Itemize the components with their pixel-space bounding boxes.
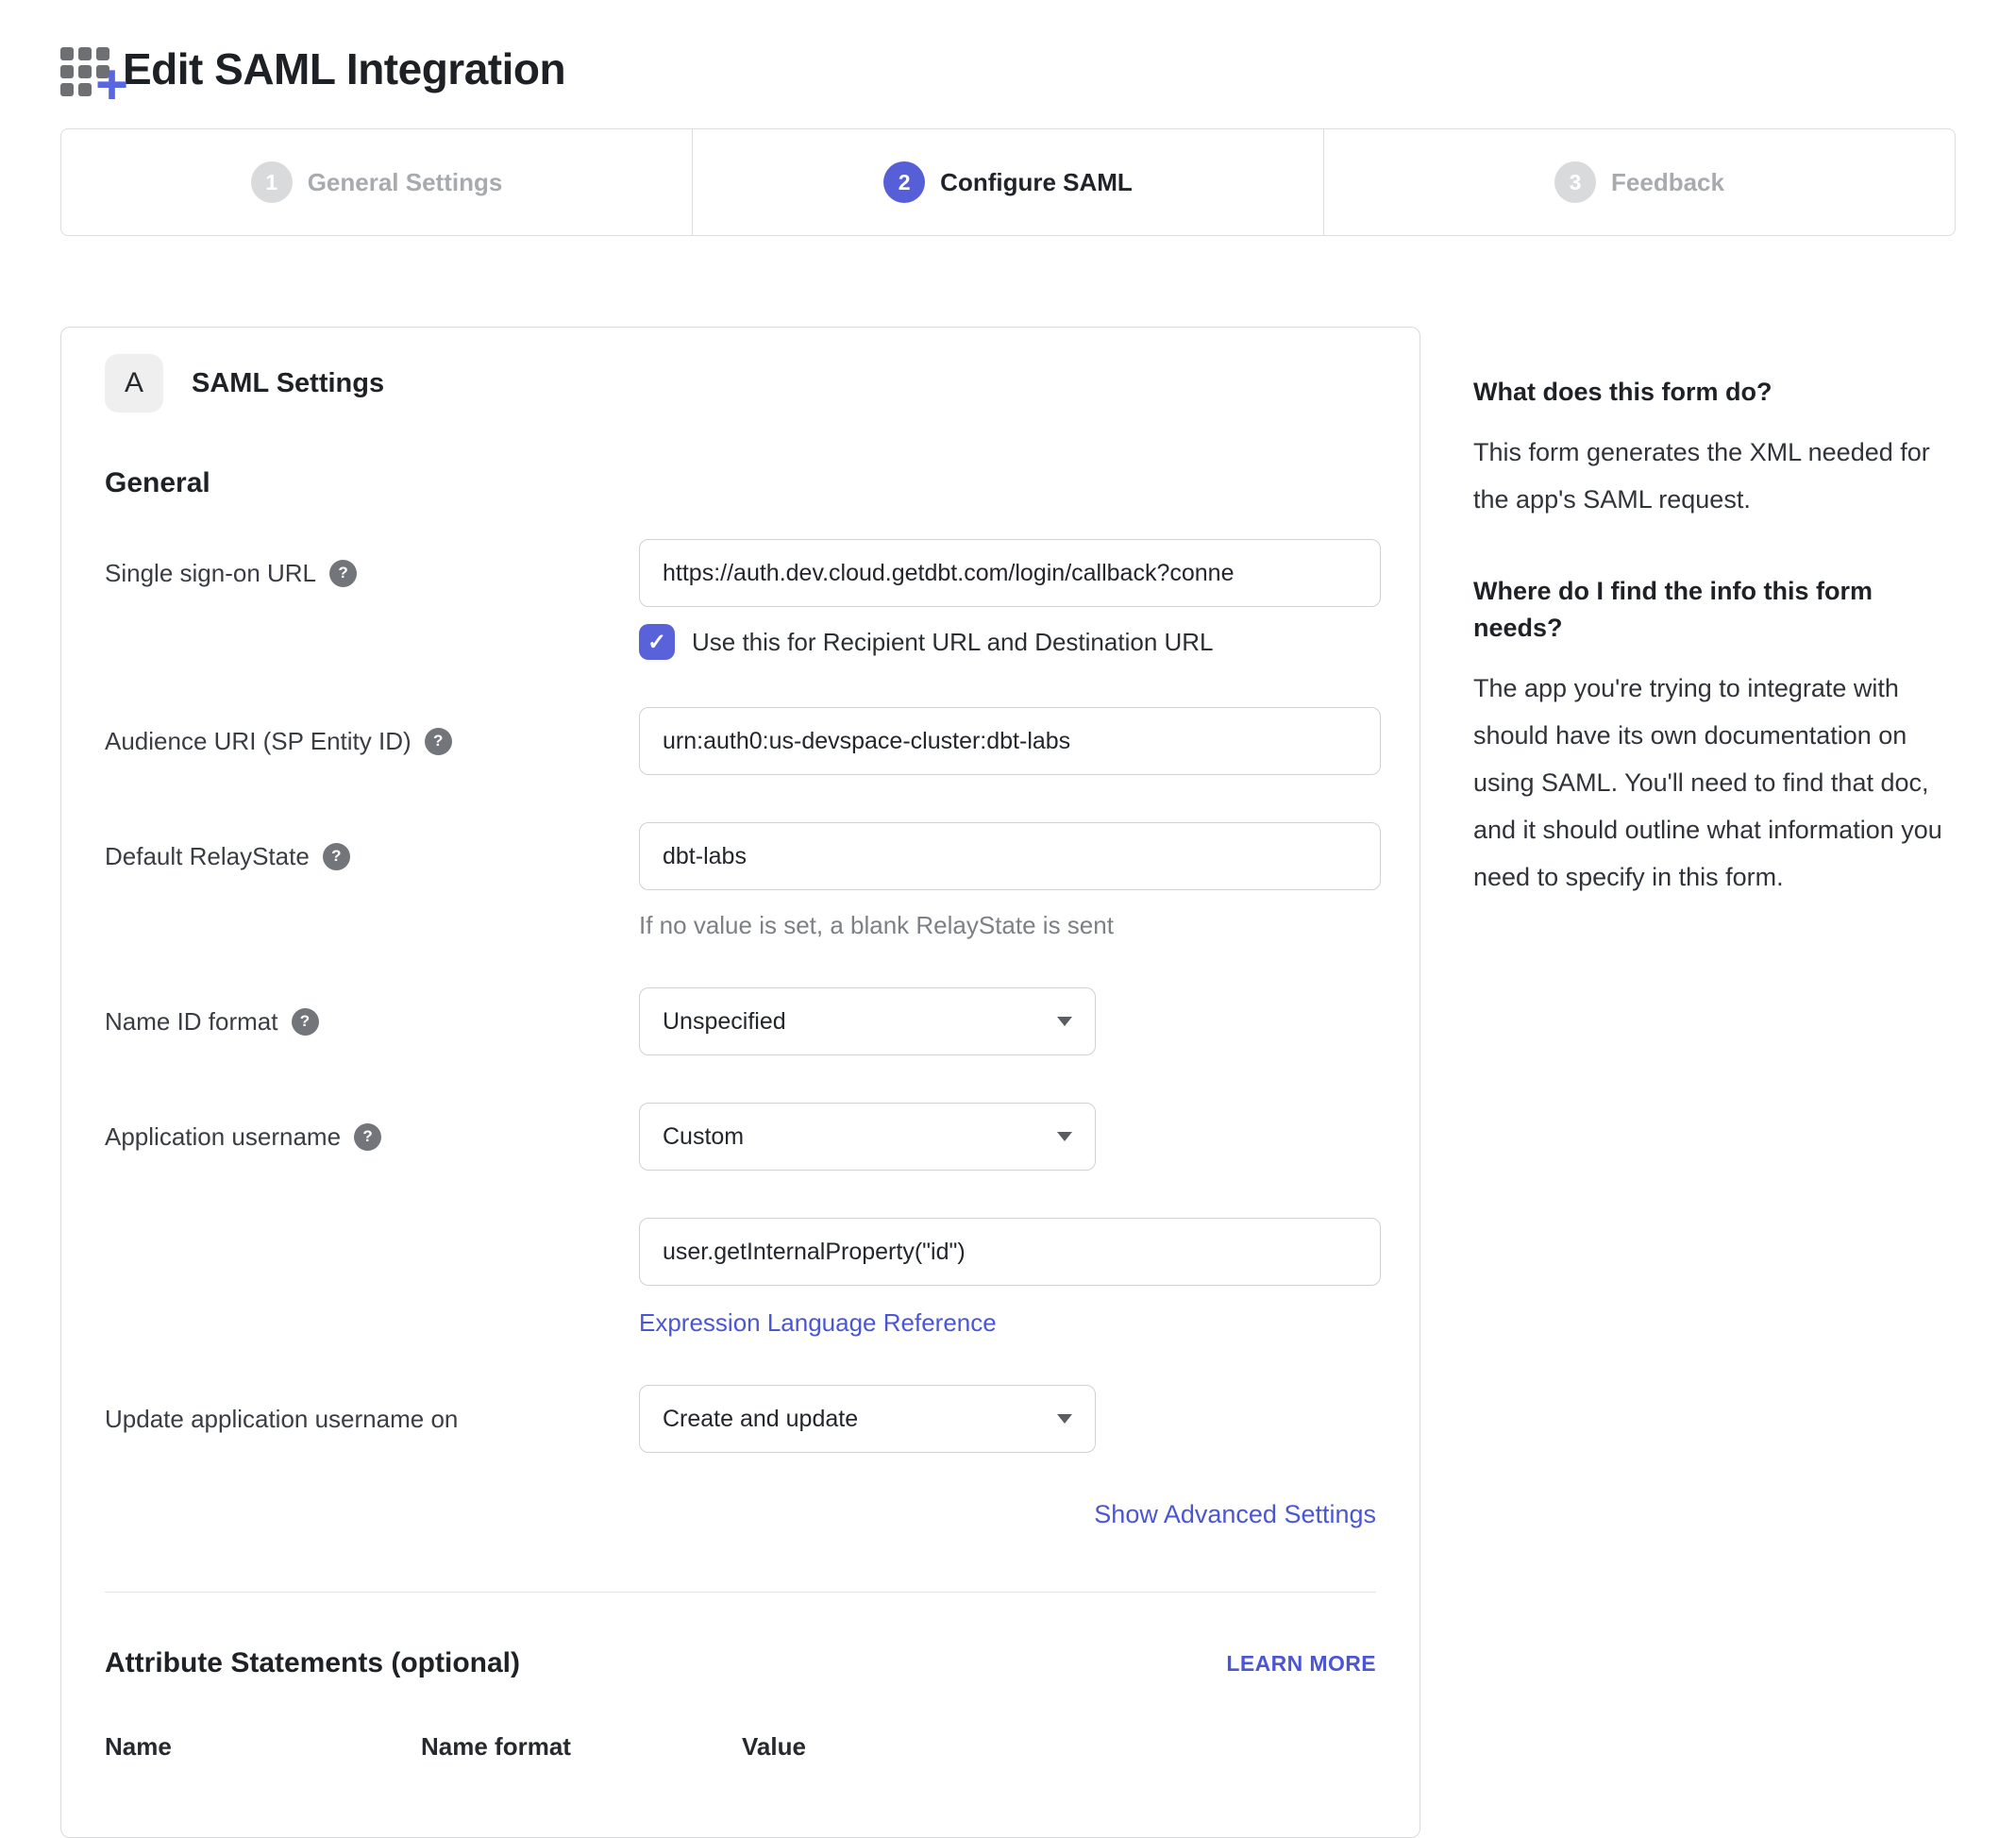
attribute-statements-columns: Name Name format Value: [105, 1732, 1376, 1762]
sidebar-heading-where: Where do I find the info this form needs…: [1473, 573, 1956, 647]
grid-cell: [60, 65, 74, 78]
name-id-format-controls: Unspecified: [639, 987, 1376, 1055]
application-username-label-group: Application username: [105, 1103, 639, 1171]
help-icon[interactable]: [329, 560, 357, 587]
audience-uri-label: Audience URI (SP Entity ID): [105, 727, 412, 756]
step-number-badge: 1: [251, 161, 293, 203]
saml-form: Single sign-on URL Use this for Recipien…: [105, 539, 1376, 1762]
grid-cell: [60, 47, 74, 60]
update-username-label-group: Update application username on: [105, 1385, 639, 1453]
step-general-settings[interactable]: 1 General Settings: [61, 129, 692, 235]
relay-state-controls: If no value is set, a blank RelayState i…: [639, 822, 1376, 940]
application-username-controls: Custom: [639, 1103, 1376, 1171]
attribute-statements-title: Attribute Statements (optional): [105, 1647, 520, 1679]
check-icon[interactable]: [639, 624, 675, 660]
application-username-label: Application username: [105, 1122, 341, 1152]
caret-down-icon: [1057, 1414, 1072, 1424]
panel-header: A SAML Settings: [105, 354, 1376, 413]
column-header-name: Name: [105, 1732, 421, 1762]
update-username-label: Update application username on: [105, 1405, 458, 1434]
page-header: Edit SAML Integration: [60, 40, 1956, 98]
advanced-settings-row: Show Advanced Settings: [105, 1500, 1376, 1529]
audience-uri-controls: [639, 707, 1376, 775]
step-label: General Settings: [308, 168, 503, 197]
relay-state-row: Default RelayState If no value is set, a…: [105, 822, 1376, 940]
name-id-format-value: Unspecified: [663, 1008, 786, 1036]
recipient-url-checkbox-label: Use this for Recipient URL and Destinati…: [692, 628, 1214, 657]
sso-url-controls: Use this for Recipient URL and Destinati…: [639, 539, 1376, 660]
name-id-format-select[interactable]: Unspecified: [639, 987, 1096, 1055]
panel-title: SAML Settings: [192, 368, 384, 399]
plus-icon: [95, 57, 128, 113]
expression-language-reference-link[interactable]: Expression Language Reference: [639, 1308, 997, 1338]
grid-cell: [78, 83, 92, 96]
grid-cell: [60, 83, 74, 96]
help-icon[interactable]: [354, 1123, 381, 1151]
help-icon[interactable]: [292, 1008, 319, 1036]
grid-cell: [78, 47, 92, 60]
general-section-title: General: [105, 467, 1376, 499]
update-username-select[interactable]: Create and update: [639, 1385, 1096, 1453]
update-username-controls: Create and update: [639, 1385, 1376, 1453]
learn-more-link[interactable]: LEARN MORE: [1226, 1651, 1376, 1677]
sso-url-input[interactable]: [639, 539, 1381, 607]
name-id-format-label-group: Name ID format: [105, 987, 639, 1055]
help-sidebar: What does this form do? This form genera…: [1473, 327, 1956, 902]
step-wizard: 1 General Settings 2 Configure SAML 3 Fe…: [60, 128, 1956, 236]
update-username-row: Update application username on Create an…: [105, 1385, 1376, 1453]
sso-url-label-group: Single sign-on URL: [105, 539, 639, 607]
show-advanced-settings-link[interactable]: Show Advanced Settings: [1094, 1500, 1376, 1528]
attribute-statements-header: Attribute Statements (optional) LEARN MO…: [105, 1647, 1376, 1679]
custom-expression-controls: Expression Language Reference: [639, 1218, 1376, 1338]
custom-expression-row: Expression Language Reference: [105, 1218, 1376, 1338]
section-a-badge: A: [105, 354, 163, 413]
name-id-format-row: Name ID format Unspecified: [105, 987, 1376, 1055]
name-id-format-label: Name ID format: [105, 1007, 278, 1037]
update-username-value: Create and update: [663, 1406, 858, 1433]
sidebar-body-what: This form generates the XML needed for t…: [1473, 430, 1956, 524]
custom-expression-input[interactable]: [639, 1218, 1381, 1286]
step-label: Feedback: [1611, 168, 1724, 197]
saml-settings-panel: A SAML Settings General Single sign-on U…: [60, 327, 1420, 1838]
application-username-select[interactable]: Custom: [639, 1103, 1096, 1171]
sidebar-body-where: The app you're trying to integrate with …: [1473, 666, 1956, 902]
step-number-badge: 3: [1554, 161, 1596, 203]
content: A SAML Settings General Single sign-on U…: [60, 327, 1956, 1838]
page: Edit SAML Integration 1 General Settings…: [0, 0, 2016, 1838]
sso-url-label: Single sign-on URL: [105, 559, 316, 588]
step-feedback[interactable]: 3 Feedback: [1323, 129, 1955, 235]
application-username-row: Application username Custom: [105, 1103, 1376, 1171]
help-icon[interactable]: [425, 728, 452, 755]
grid-plus-icon: [60, 40, 115, 98]
relay-state-helper-text: If no value is set, a blank RelayState i…: [639, 911, 1376, 940]
audience-uri-label-group: Audience URI (SP Entity ID): [105, 707, 639, 775]
caret-down-icon: [1057, 1132, 1072, 1141]
section-divider: [105, 1592, 1376, 1593]
step-configure-saml[interactable]: 2 Configure SAML: [692, 129, 1323, 235]
column-header-value: Value: [742, 1732, 1376, 1762]
column-header-name-format: Name format: [421, 1732, 742, 1762]
application-username-value: Custom: [663, 1123, 744, 1151]
audience-uri-input[interactable]: [639, 707, 1381, 775]
custom-expression-spacer: [105, 1218, 639, 1286]
relay-state-input[interactable]: [639, 822, 1381, 890]
caret-down-icon: [1057, 1017, 1072, 1026]
audience-uri-row: Audience URI (SP Entity ID): [105, 707, 1376, 775]
recipient-url-checkbox-row: Use this for Recipient URL and Destinati…: [639, 624, 1376, 660]
step-label: Configure SAML: [940, 168, 1133, 197]
step-number-badge: 2: [883, 161, 925, 203]
help-icon[interactable]: [323, 843, 350, 870]
page-title: Edit SAML Integration: [123, 43, 565, 94]
grid-cell: [78, 65, 92, 78]
relay-state-label: Default RelayState: [105, 842, 310, 871]
sidebar-heading-what: What does this form do?: [1473, 374, 1956, 411]
relay-state-label-group: Default RelayState: [105, 822, 639, 890]
sso-url-row: Single sign-on URL Use this for Recipien…: [105, 539, 1376, 660]
